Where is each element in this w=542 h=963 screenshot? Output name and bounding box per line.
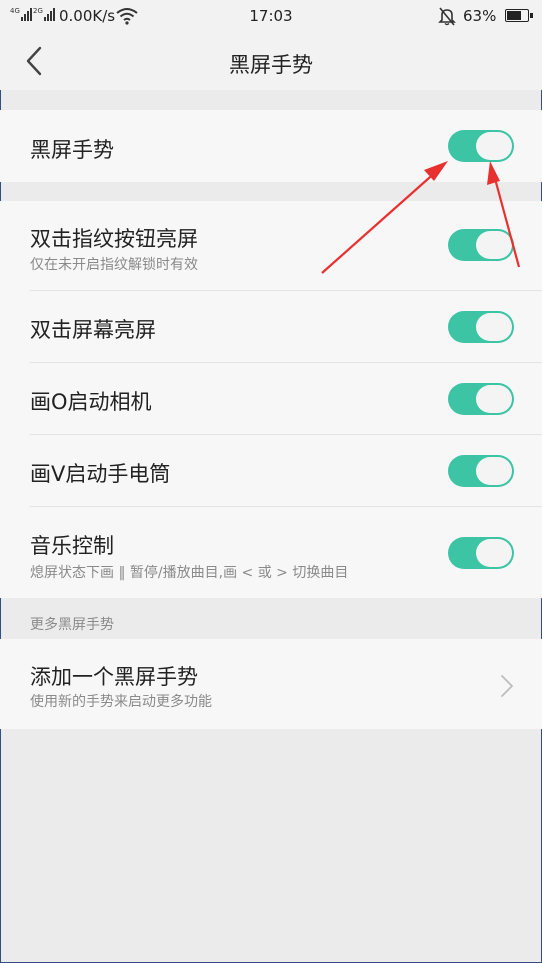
gesture-label: 双击指纹按钮亮屏 <box>30 227 198 251</box>
more-gestures-card: 添加一个黑屏手势 使用新的手势来启动更多功能 <box>0 639 542 729</box>
chevron-right-icon <box>500 674 514 698</box>
main-switch-label: 黑屏手势 <box>30 138 114 162</box>
gesture-row-draw-v[interactable]: 画V启动手电筒 <box>0 435 542 507</box>
gesture-toggle-fingerprint[interactable] <box>448 229 514 261</box>
gesture-label: 画V启动手电筒 <box>30 462 171 486</box>
header: 黑屏手势 <box>0 34 542 90</box>
main-switch-card: 黑屏手势 <box>0 110 542 182</box>
gesture-toggle-draw-v[interactable] <box>448 455 514 487</box>
gesture-row-double-tap[interactable]: 双击屏幕亮屏 <box>0 291 542 363</box>
gesture-label: 双击屏幕亮屏 <box>30 318 156 342</box>
battery-icon <box>505 9 533 22</box>
main-switch-toggle[interactable] <box>448 130 514 162</box>
gesture-toggle-double-tap[interactable] <box>448 311 514 343</box>
add-gesture-sub: 使用新的手势来启动更多功能 <box>30 694 212 710</box>
section-label-more: 更多黑屏手势 <box>30 617 114 633</box>
gesture-toggle-draw-o[interactable] <box>448 383 514 415</box>
status-time: 17:03 <box>249 7 293 25</box>
gesture-toggle-music[interactable] <box>448 537 514 569</box>
gesture-row-draw-o[interactable]: 画O启动相机 <box>0 363 542 435</box>
add-gesture-label: 添加一个黑屏手势 <box>30 665 198 689</box>
add-gesture-row[interactable]: 添加一个黑屏手势 使用新的手势来启动更多功能 <box>0 639 542 729</box>
status-bar: 4G 2G 0.00K/s 17:03 63% <box>0 0 542 34</box>
mute-icon <box>437 6 457 30</box>
gesture-sub: 熄屏状态下画 ‖ 暂停/播放曲目,画 < 或 > 切换曲目 <box>30 565 349 581</box>
gesture-label: 画O启动相机 <box>30 390 152 414</box>
gesture-row-fingerprint[interactable]: 双击指纹按钮亮屏 仅在未开启指纹解锁时有效 <box>0 201 542 291</box>
gesture-sub: 仅在未开启指纹解锁时有效 <box>30 257 198 273</box>
battery-percent: 63% <box>463 7 497 25</box>
gesture-row-music[interactable]: 音乐控制 熄屏状态下画 ‖ 暂停/播放曲目,画 < 或 > 切换曲目 <box>0 507 542 598</box>
gestures-card: 双击指纹按钮亮屏 仅在未开启指纹解锁时有效 双击屏幕亮屏 画O启动相机 画V启动… <box>0 201 542 598</box>
main-switch-row[interactable]: 黑屏手势 <box>0 110 542 182</box>
gesture-label: 音乐控制 <box>30 534 114 558</box>
page-title: 黑屏手势 <box>229 53 313 77</box>
